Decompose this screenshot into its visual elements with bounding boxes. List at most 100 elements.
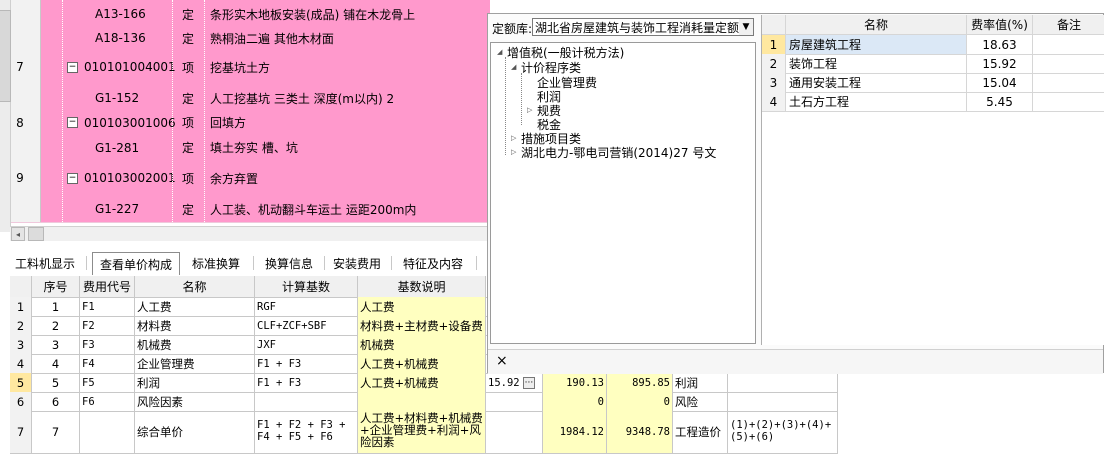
calc-base-cell[interactable] xyxy=(255,392,358,411)
header-calc-base[interactable]: 计算基数 xyxy=(255,276,358,297)
header-name[interactable]: 名称 xyxy=(135,276,255,297)
more-options-button[interactable]: ··· xyxy=(522,376,536,389)
fee-code-cell[interactable]: F3 xyxy=(80,335,135,354)
tab-material-display[interactable]: 工料机显示 xyxy=(10,252,80,274)
collapse-icon[interactable]: − xyxy=(67,117,78,128)
table-row[interactable]: 1 房屋建筑工程 18.63 xyxy=(762,35,1104,55)
fee-code-cell[interactable]: F5 xyxy=(80,373,135,392)
rate-note-cell[interactable] xyxy=(1033,92,1104,111)
rate-note-cell[interactable] xyxy=(1033,73,1104,92)
unit-price-cell[interactable]: 190.13 xyxy=(543,373,607,392)
fee-code-cell[interactable]: F4 xyxy=(80,354,135,373)
table-row[interactable]: 2 装饰工程 15.92 xyxy=(762,54,1104,74)
seq-cell[interactable]: 2 xyxy=(32,316,80,335)
tab-unit-price-composition[interactable]: 查看单价构成 xyxy=(92,252,180,275)
seq-cell[interactable]: 1 xyxy=(32,297,80,316)
rate-value-cell[interactable]: 15.04 xyxy=(967,73,1033,92)
rate-cell[interactable] xyxy=(486,392,543,411)
table-row[interactable]: 7 −010101004001 项 挖基坑土方 xyxy=(0,48,490,87)
tab-conversion-info[interactable]: 换算信息 xyxy=(258,252,320,274)
table-row[interactable]: A18-136 定 熟桐油二遍 其他木材面 xyxy=(0,28,490,49)
header-fee-code[interactable]: 费用代号 xyxy=(80,276,135,297)
horizontal-scrollbar[interactable]: ◂ xyxy=(10,226,490,241)
calc-base-cell[interactable]: JXF xyxy=(255,335,358,354)
table-row[interactable]: 7 7 综合单价 F1 + F2 + F3 + F4 + F5 + F6 人工费… xyxy=(10,411,838,454)
seq-cell[interactable]: 3 xyxy=(32,335,80,354)
table-row[interactable]: G1-152 定 人工挖基坑 三类土 深度(m以内) 2 xyxy=(0,86,490,111)
table-row[interactable]: A13-166 定 条形实木地板安装(成品) 铺在木龙骨上 xyxy=(0,0,490,29)
collapse-icon[interactable]: − xyxy=(67,61,78,73)
base-desc-cell[interactable]: 机械费 xyxy=(358,335,486,354)
calc-base-cell[interactable]: F1 + F2 + F3 + F4 + F5 + F6 xyxy=(255,411,358,453)
rate-value-cell[interactable]: 18.63 xyxy=(967,35,1033,54)
tree-node-group[interactable]: ◢ 计价程序类 xyxy=(511,60,581,75)
remark-cell[interactable] xyxy=(728,373,838,392)
base-desc-cell[interactable] xyxy=(358,392,486,411)
table-row[interactable]: 4 土石方工程 5.45 xyxy=(762,92,1104,112)
collapse-icon[interactable]: − xyxy=(67,172,78,184)
base-desc-cell[interactable]: 人工费 xyxy=(358,297,486,316)
table-row[interactable]: 8 −010103001006 项 回填方 xyxy=(0,110,490,136)
table-row[interactable]: 9 −010103002001 项 余方弃置 xyxy=(0,160,490,197)
quota-library-select[interactable]: 湖北省房屋建筑与装饰工程消耗量定额 ▼ xyxy=(532,18,754,36)
dropdown-arrow-icon[interactable]: ▼ xyxy=(739,19,753,35)
rate-note-cell[interactable] xyxy=(1033,54,1104,73)
expanded-triangle-icon[interactable]: ◢ xyxy=(497,48,507,56)
calc-base-cell[interactable]: F1 + F3 xyxy=(255,354,358,373)
fee-code-cell[interactable]: F1 xyxy=(80,297,135,316)
collapsed-triangle-icon[interactable]: ▷ xyxy=(511,148,521,156)
tree-node-root[interactable]: ◢ 增值税(一般计税方法) xyxy=(497,45,624,60)
expanded-triangle-icon[interactable]: ◢ xyxy=(511,63,521,71)
amount-cell[interactable]: 9348.78 xyxy=(607,411,673,453)
header-rate[interactable]: 费率值(%) xyxy=(967,15,1033,34)
collapsed-triangle-icon[interactable]: ▷ xyxy=(527,106,537,114)
fee-code-cell[interactable]: F2 xyxy=(80,316,135,335)
name-cell[interactable]: 企业管理费 xyxy=(135,354,255,373)
name-cell[interactable]: 材料费 xyxy=(135,316,255,335)
fee-type-cell[interactable]: 风险 xyxy=(673,392,728,411)
header-note[interactable]: 备注 xyxy=(1033,15,1104,34)
close-icon[interactable]: × xyxy=(496,353,508,369)
amount-cell[interactable]: 0 xyxy=(607,392,673,411)
collapsed-triangle-icon[interactable]: ▷ xyxy=(511,134,521,142)
rate-cell[interactable] xyxy=(486,411,543,453)
name-cell[interactable]: 风险因素 xyxy=(135,392,255,411)
fee-type-cell[interactable]: 利润 xyxy=(673,373,728,392)
vertical-scrollbar[interactable] xyxy=(0,0,11,232)
base-desc-cell[interactable]: 人工费+材料费+机械费+企业管理费+利润+风险因素 xyxy=(358,411,486,453)
calc-base-cell[interactable]: CLF+ZCF+SBF xyxy=(255,316,358,335)
table-row[interactable]: 3 通用安装工程 15.04 xyxy=(762,73,1104,93)
header-base-desc[interactable]: 基数说明 xyxy=(358,276,486,297)
tab-features-content[interactable]: 特征及内容 xyxy=(396,252,470,274)
rate-name-cell[interactable]: 通用安装工程 xyxy=(786,73,967,92)
table-row[interactable]: G1-227 定 人工装、机动翻斗车运土 运距200m内 xyxy=(0,196,490,223)
seq-cell[interactable]: 6 xyxy=(32,392,80,411)
table-row[interactable]: 6 6 F6 风险因素 0 0 风险 xyxy=(10,392,838,412)
scroll-thumb[interactable] xyxy=(28,227,44,241)
fee-code-cell[interactable] xyxy=(80,411,135,453)
scroll-thumb[interactable] xyxy=(0,10,11,102)
calc-base-cell[interactable]: RGF xyxy=(255,297,358,316)
seq-cell[interactable]: 7 xyxy=(32,411,80,453)
scroll-left-icon[interactable]: ◂ xyxy=(11,227,25,241)
tab-installation-fee[interactable]: 安装费用 xyxy=(328,252,386,274)
rate-value-cell[interactable]: 15.92 xyxy=(967,54,1033,73)
rate-name-cell[interactable]: 房屋建筑工程 xyxy=(786,35,967,54)
rate-name-cell[interactable]: 装饰工程 xyxy=(786,54,967,73)
seq-cell[interactable]: 5 xyxy=(32,373,80,392)
table-row[interactable]: 5 5 F5 利润 F1 + F3 人工费+机械费 15.92 ··· 190.1… xyxy=(10,373,838,393)
rate-cell[interactable]: 15.92 ··· xyxy=(486,373,543,392)
remark-cell[interactable]: (1)+(2)+(3)+(4)+(5)+(6) xyxy=(728,411,838,453)
table-row[interactable]: G1-281 定 填土夯实 槽、坑 xyxy=(0,135,490,161)
fee-type-cell[interactable]: 工程造价 xyxy=(673,411,728,453)
fee-code-cell[interactable]: F6 xyxy=(80,392,135,411)
header-name[interactable]: 名称 xyxy=(786,15,967,34)
seq-cell[interactable]: 4 xyxy=(32,354,80,373)
calc-base-cell[interactable]: F1 + F3 xyxy=(255,373,358,392)
base-desc-cell[interactable]: 人工费+机械费 xyxy=(358,354,486,373)
rate-name-cell[interactable]: 土石方工程 xyxy=(786,92,967,111)
name-cell[interactable]: 综合单价 xyxy=(135,411,255,453)
rate-note-cell[interactable] xyxy=(1033,35,1104,54)
base-desc-cell[interactable]: 材料费+主材费+设备费 xyxy=(358,316,486,335)
unit-price-cell[interactable]: 0 xyxy=(543,392,607,411)
